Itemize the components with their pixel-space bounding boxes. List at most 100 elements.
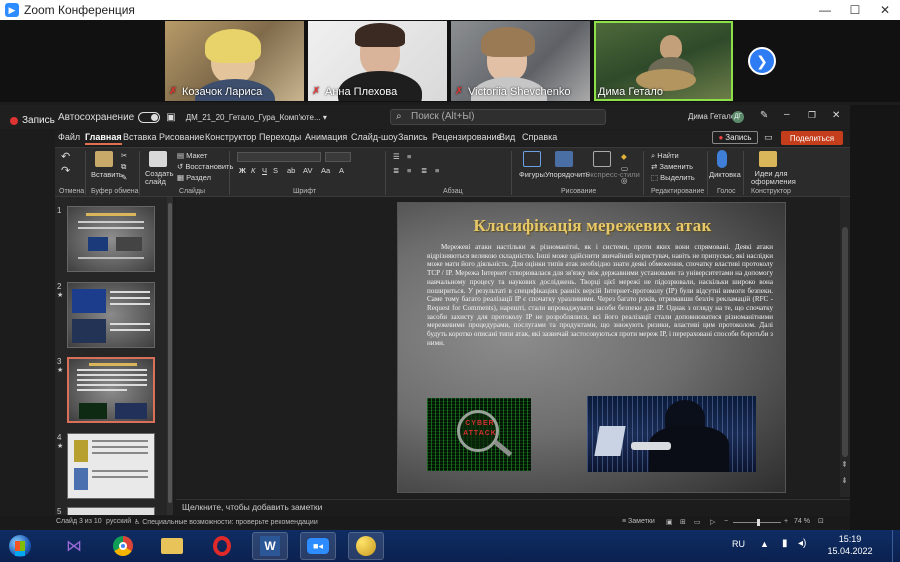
avatar[interactable]: ДГ — [732, 111, 744, 123]
thumbnail-slide-1[interactable] — [67, 206, 155, 272]
select-button[interactable]: ⬚ Выделить — [651, 173, 695, 182]
shapes-icon[interactable] — [523, 151, 541, 167]
maximize-icon[interactable]: ☐ — [840, 0, 870, 20]
new-slide-icon[interactable] — [149, 151, 167, 167]
zoom-out-icon[interactable]: − — [724, 518, 728, 525]
new-slide-button[interactable]: Создать слайд — [145, 170, 174, 186]
video-tile-getalo[interactable]: Дима Гетало — [594, 21, 733, 101]
zoom-in-icon[interactable]: + — [784, 518, 788, 525]
restore-icon[interactable]: ❐ — [808, 110, 816, 121]
accessibility-status[interactable]: ♿ Специальные возможности: проверьте рек… — [134, 518, 318, 526]
slide-body-text[interactable]: Мережеві атаки настільки ж різноманітні,… — [427, 243, 773, 347]
taskbar-app-zoom[interactable]: ■◂ — [300, 532, 336, 560]
autosave-toggle[interactable] — [138, 111, 161, 123]
slide-scrollbar[interactable] — [840, 197, 850, 497]
shadow-icon[interactable]: S — [273, 166, 278, 175]
tab-record[interactable]: Запись — [398, 132, 428, 142]
designer-icon[interactable] — [759, 151, 777, 167]
system-clock[interactable]: 15:19 15.04.2022 — [818, 533, 882, 557]
tab-transitions[interactable]: Переходы — [259, 132, 301, 142]
signal-icon[interactable]: ▮ — [782, 538, 788, 549]
replace-button[interactable]: ⇄ Заменить — [651, 162, 693, 171]
shape-fill-icon[interactable]: ◆ — [621, 152, 627, 161]
underline-icon[interactable]: Ч — [262, 166, 267, 175]
copy-icon[interactable]: ⧉ — [121, 162, 126, 172]
cut-icon[interactable]: ✂ — [121, 151, 127, 160]
normal-view-icon[interactable]: ▣ — [666, 518, 673, 526]
designer-button[interactable]: Идеи для оформления — [751, 170, 796, 186]
arrange-icon[interactable] — [555, 151, 573, 167]
comments-icon[interactable]: ▭ — [764, 132, 773, 143]
tab-insert[interactable]: Вставка — [123, 132, 156, 142]
save-icon[interactable]: ▣ — [166, 112, 175, 123]
thumbnails-scrollbar[interactable] — [167, 197, 173, 515]
keyboard-language[interactable]: RU — [732, 539, 745, 549]
slideshow-view-icon[interactable]: ▷ — [710, 518, 715, 526]
taskbar-app-explorer[interactable] — [154, 532, 190, 560]
zoom-slider-thumb[interactable] — [757, 519, 760, 526]
align-right-icon[interactable]: ≣ — [421, 166, 427, 175]
minimize-icon[interactable]: – — [784, 109, 790, 120]
shapes-button[interactable]: Фигуры — [519, 170, 545, 179]
taskbar-app-opera[interactable] — [204, 532, 240, 560]
taskbar-app-paint[interactable] — [348, 532, 384, 560]
shape-outline-icon[interactable]: ▭ — [621, 164, 628, 173]
next-slide-icon[interactable]: ⇟ — [841, 476, 848, 485]
tab-view[interactable]: Вид — [499, 132, 515, 142]
share-button[interactable]: Поделиться — [781, 131, 843, 145]
hacker-image[interactable] — [587, 396, 756, 472]
italic-icon[interactable]: К — [251, 166, 255, 175]
prev-slide-icon[interactable]: ⇞ — [841, 460, 848, 469]
quick-styles-icon[interactable] — [593, 151, 611, 167]
justify-icon[interactable]: ≡ — [435, 166, 439, 175]
tab-design[interactable]: Конструктор — [205, 132, 256, 142]
search-input[interactable]: ⌕ Поиск (Alt+Ы) — [390, 109, 606, 125]
paste-icon[interactable] — [95, 151, 113, 167]
taskbar-app-chrome[interactable] — [105, 532, 141, 560]
format-painter-icon[interactable]: ✎ — [121, 173, 127, 182]
thumbnail-slide-4[interactable] — [67, 433, 155, 499]
taskbar-app-visual-studio[interactable]: ⋈ — [56, 532, 92, 560]
section-button[interactable]: ▦ Раздел — [177, 173, 211, 182]
shape-effects-icon[interactable]: ◎ — [621, 176, 628, 185]
pen-icon[interactable]: ✎ — [760, 110, 768, 121]
layout-button[interactable]: ▤ Макет — [177, 151, 207, 160]
microphone-icon[interactable] — [717, 150, 727, 168]
find-button[interactable]: ⌕ Найти — [651, 151, 679, 161]
volume-icon[interactable]: ◂) — [798, 538, 806, 549]
current-slide[interactable]: Класифікація мережевих атак Мережеві ата… — [397, 202, 786, 493]
slide-title[interactable]: Класифікація мережевих атак — [398, 216, 785, 236]
notes-toggle-button[interactable]: ≡ Заметки — [622, 518, 655, 525]
cyber-attack-image[interactable]: CYBER ATTACK — [427, 398, 531, 471]
notes-input[interactable]: Щелкните, чтобы добавить заметки — [176, 499, 850, 515]
user-name[interactable]: Дима Гетало — [688, 112, 735, 121]
show-desktop-button[interactable] — [892, 530, 900, 562]
language-status[interactable]: русский — [106, 518, 131, 525]
minimize-icon[interactable]: — — [810, 0, 840, 20]
file-name[interactable]: ДМ_21_20_Гетало_Гура_Комп'юте... ▾ — [186, 113, 327, 122]
video-tile-plekhova[interactable]: ✗ Анна Плехова — [308, 21, 447, 101]
tab-review[interactable]: Рецензирование — [432, 132, 502, 142]
font-size-select[interactable] — [325, 152, 351, 162]
record-button[interactable]: ● Запись — [712, 131, 758, 144]
undo-icon[interactable]: ↶ — [61, 150, 70, 163]
reset-button[interactable]: ↺ Восстановить — [177, 162, 233, 171]
bold-icon[interactable]: Ж — [239, 166, 246, 175]
font-color-icon[interactable]: A — [339, 166, 344, 175]
tab-draw[interactable]: Рисование — [159, 132, 204, 142]
next-page-button[interactable]: ❯ — [748, 47, 776, 75]
taskbar-app-word[interactable]: W — [252, 532, 288, 560]
sorter-view-icon[interactable]: ⊞ — [680, 518, 686, 526]
tab-file[interactable]: Файл — [58, 132, 80, 142]
fit-slide-icon[interactable]: ⊡ — [818, 517, 824, 525]
strikethrough-icon[interactable]: ab — [287, 166, 295, 175]
redo-icon[interactable]: ↷ — [61, 164, 70, 177]
case-icon[interactable]: Aa — [321, 166, 330, 175]
tab-animations[interactable]: Анимация — [305, 132, 347, 142]
bullets-icon[interactable]: ☰ — [393, 152, 400, 161]
arrange-button[interactable]: Упорядочить — [545, 170, 590, 179]
dictate-button[interactable]: Диктовка — [709, 170, 741, 179]
video-tile-kozachok[interactable]: ✗ Козачок Лариса — [165, 21, 304, 101]
reading-view-icon[interactable]: ▭ — [694, 518, 701, 526]
paste-button[interactable]: Вставить — [91, 170, 123, 179]
